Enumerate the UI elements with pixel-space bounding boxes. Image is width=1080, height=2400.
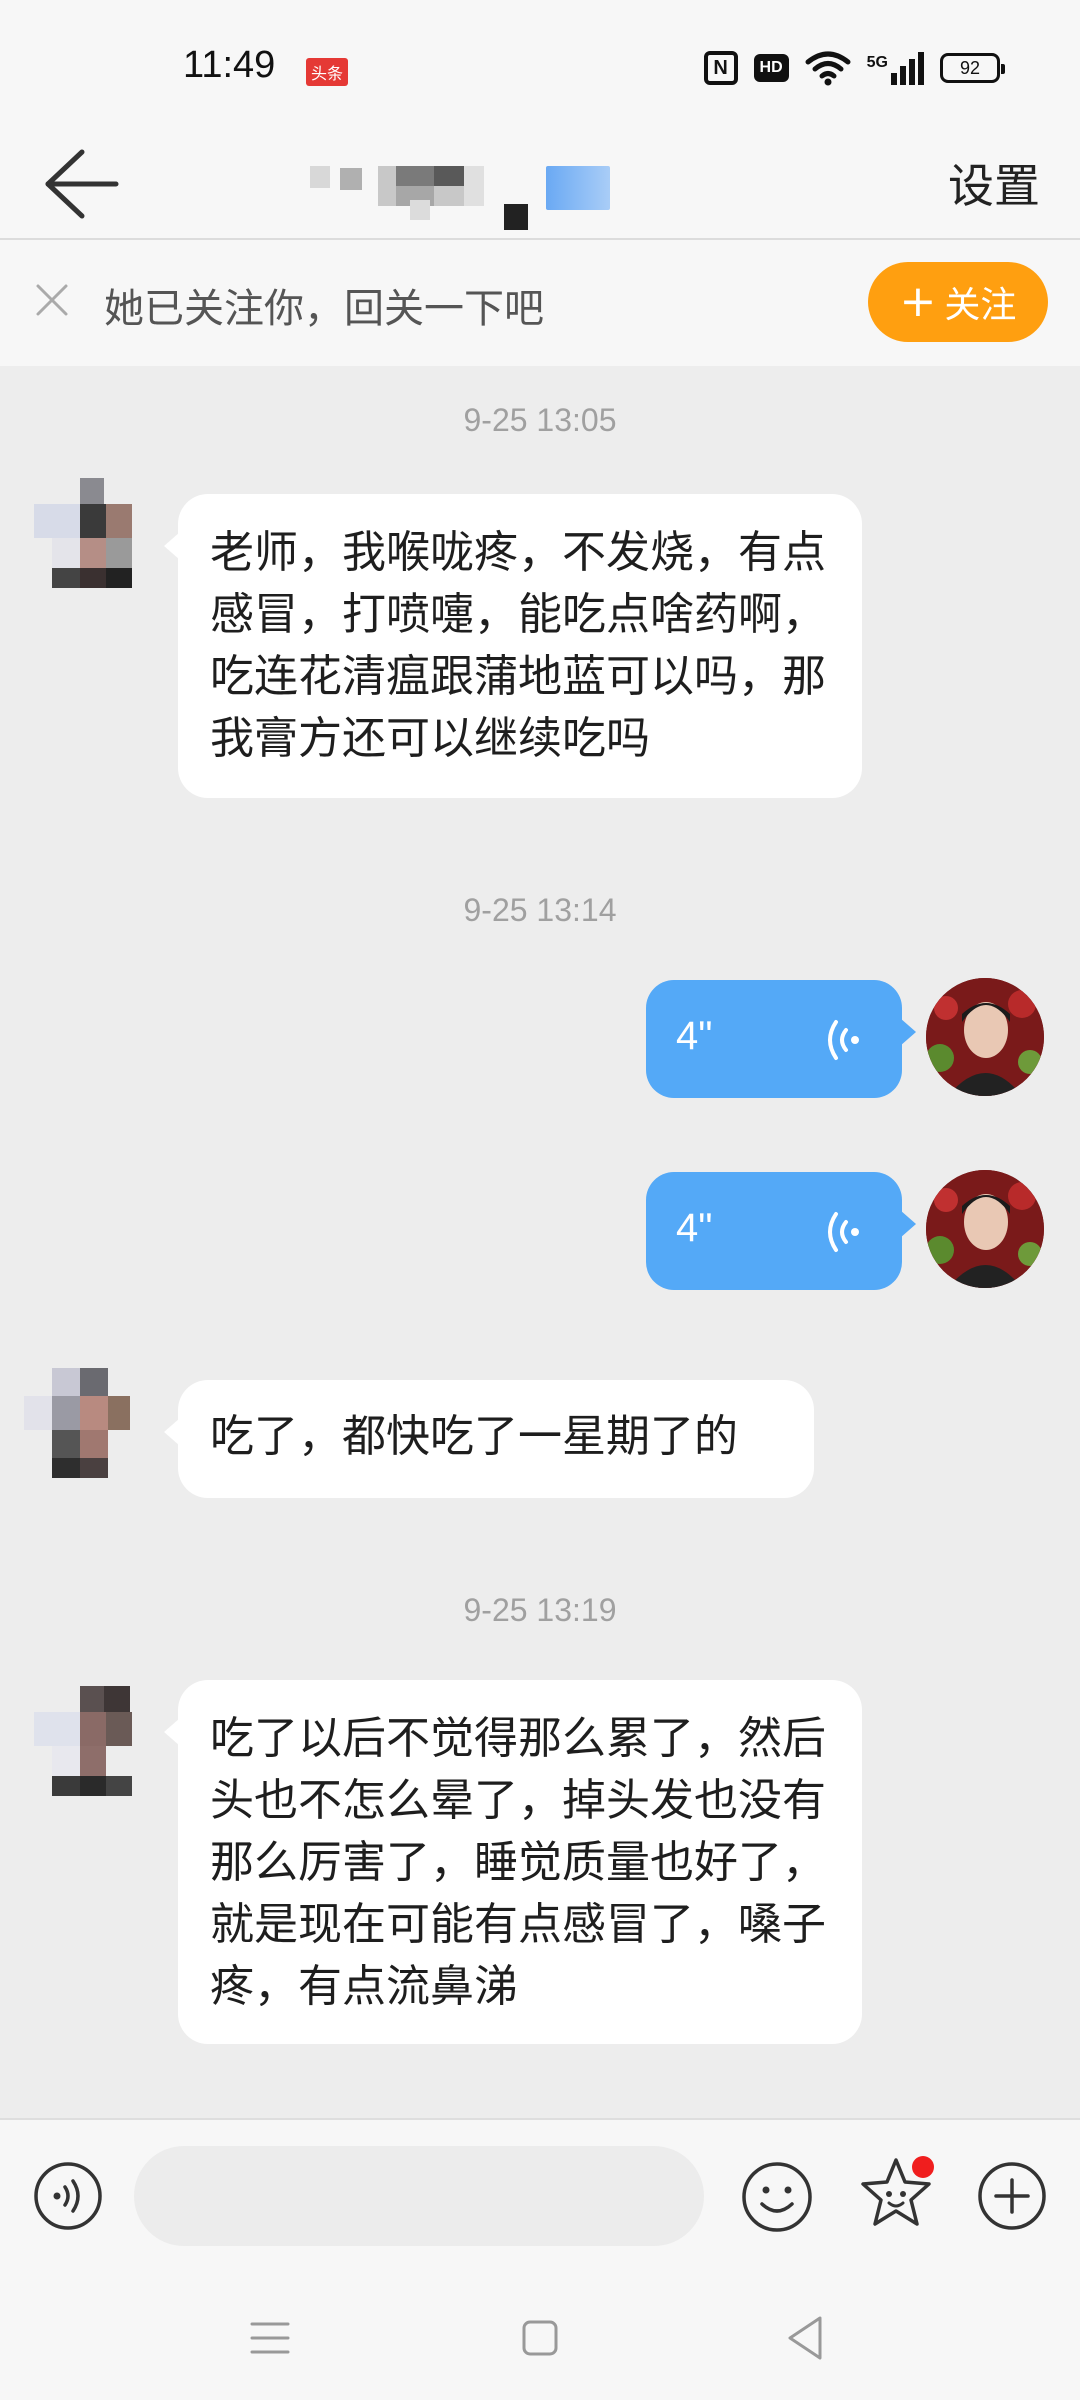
close-icon[interactable] — [34, 282, 70, 318]
follow-button-label: 关注 — [944, 285, 1017, 326]
follow-back-text: 她已关注你，回关一下吧 — [104, 286, 544, 332]
app-notification-badge: 头条 — [306, 58, 349, 86]
voice-wave-icon — [828, 1020, 859, 1060]
chat-title-redacted — [300, 138, 780, 230]
plus-icon: + — [899, 276, 937, 327]
nfc-icon: N — [703, 51, 738, 85]
self-avatar[interactable] — [926, 978, 1044, 1096]
back-arrow-icon[interactable] — [40, 146, 120, 222]
settings-link[interactable]: 设置 — [948, 150, 1040, 216]
contact-avatar[interactable] — [24, 1368, 134, 1478]
chat-header: 设置 — [0, 130, 1080, 240]
voice-duration: 4" — [676, 1206, 713, 1250]
wifi-icon — [805, 50, 851, 86]
self-avatar[interactable] — [926, 1170, 1044, 1288]
emoji-icon[interactable] — [740, 2160, 814, 2234]
incoming-message-bubble[interactable]: 老师，我喉咙疼，不发烧，有点感冒，打喷嚏，能吃点啥药啊，吃连花清瘟跟蒲地蓝可以吗… — [164, 494, 862, 798]
sticker-new-dot — [912, 2156, 934, 2178]
contact-avatar[interactable] — [24, 478, 134, 588]
cellular-signal-icon: 5G — [867, 51, 924, 85]
contact-avatar[interactable] — [24, 1686, 134, 1796]
incoming-message-bubble[interactable]: 吃了，都快吃了一星期了的 — [164, 1380, 814, 1498]
signal-5g-label: 5G — [866, 54, 888, 71]
status-icons: N HD 5G 92 — [703, 48, 1005, 88]
voice-wave-icon — [828, 1212, 859, 1252]
menu-icon[interactable] — [240, 2308, 300, 2368]
plus-circle-icon[interactable] — [976, 2160, 1048, 2232]
back-triangle-icon[interactable] — [776, 2308, 836, 2368]
follow-back-banner: 她已关注你，回关一下吧 + 关注 — [0, 240, 1080, 366]
message-timestamp: 9-25 13:19 — [463, 1592, 617, 1628]
hd-icon: HD — [753, 54, 789, 82]
system-navigation-bar — [0, 2280, 1080, 2400]
message-input-bar — [0, 2118, 1080, 2282]
message-timestamp: 9-25 13:14 — [463, 892, 617, 928]
message-timestamp: 9-25 13:05 — [463, 402, 617, 438]
voice-toggle-icon[interactable] — [32, 2160, 104, 2232]
status-time: 11:49 — [183, 44, 276, 86]
follow-button[interactable]: + 关注 — [868, 262, 1048, 342]
voice-duration: 4" — [676, 1014, 713, 1058]
status-bar: 11:49 头条 N HD 5G 92 — [0, 0, 1080, 130]
battery-icon: 92 — [940, 53, 1005, 83]
incoming-message-bubble[interactable]: 吃了以后不觉得那么累了，然后头也不怎么晕了，掉头发也没有那么厉害了，睡觉质量也好… — [164, 1680, 862, 2044]
home-icon[interactable] — [510, 2308, 570, 2368]
voice-message-bubble[interactable]: 4" — [646, 980, 916, 1098]
message-input[interactable] — [134, 2146, 704, 2246]
voice-message-bubble[interactable]: 4" — [646, 1172, 916, 1290]
